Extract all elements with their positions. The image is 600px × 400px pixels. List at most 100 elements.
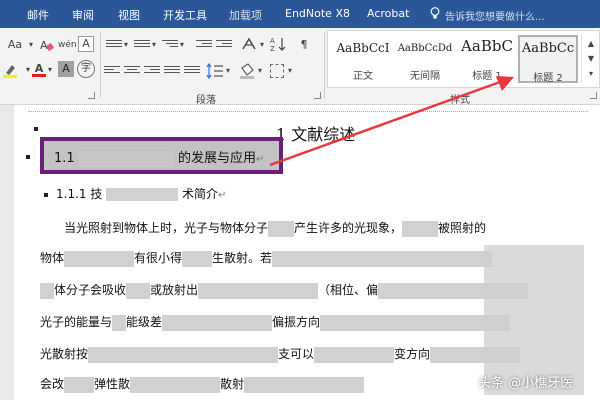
multilevel-dropdown-icon[interactable]: ▾ xyxy=(178,36,186,54)
decrease-indent-icon[interactable] xyxy=(196,40,212,52)
style-heading-2[interactable]: AaBbCc 标题 2 xyxy=(518,35,578,84)
chinese-layout-dropdown-icon[interactable]: ▾ xyxy=(258,36,266,54)
text-highlight-color-icon[interactable] xyxy=(2,62,24,78)
heading-1-text[interactable]: 1 文献综述 xyxy=(276,121,355,145)
blurred-text xyxy=(182,250,213,267)
body-text: 弹性散 xyxy=(94,377,131,391)
tab-mailings[interactable]: 邮件 xyxy=(27,7,49,23)
style-preview: AaBbC xyxy=(461,37,513,55)
blurred-text xyxy=(64,250,135,267)
watermark-text: 头条 @小樵牙医 xyxy=(478,376,574,391)
body-text: 生散射。若 xyxy=(212,251,273,265)
enclose-characters-button[interactable]: 字 xyxy=(77,60,95,78)
blurred-text xyxy=(402,220,439,237)
tab-acrobat[interactable]: Acrobat xyxy=(367,7,409,20)
body-text: （相位、偏 xyxy=(318,283,379,297)
body-text: 或放射出 xyxy=(150,283,199,297)
change-case-button[interactable]: Aa xyxy=(4,36,26,54)
margin-guide xyxy=(28,111,588,112)
body-text: 能级差 xyxy=(126,315,163,329)
body-text: 物体 xyxy=(40,251,65,265)
blurred-text xyxy=(320,314,511,331)
heading-3-text[interactable]: 1.1.1 技 术简介↵ xyxy=(56,185,226,202)
tab-endnote[interactable]: EndNote X8 xyxy=(285,7,350,20)
group-separator xyxy=(100,32,101,98)
body-line[interactable]: 会改 弹性散 散射 xyxy=(40,375,365,393)
style-preview: AaBbCcDd xyxy=(397,43,453,54)
body-text: 会改 xyxy=(40,377,65,391)
paragraph-dialog-launcher-icon[interactable] xyxy=(314,92,321,99)
paragraph-group-label: 段落 xyxy=(196,95,216,106)
heading-2-text[interactable]: 1.1 的发展与应用↵ xyxy=(54,147,264,167)
body-line[interactable]: 光子的能量与 能级差 偏振方向 xyxy=(40,313,511,331)
paragraph-bullet-mark xyxy=(44,193,48,197)
style-normal[interactable]: AaBbCcI 正文 xyxy=(332,35,394,83)
blurred-text xyxy=(268,220,295,237)
blurred-text xyxy=(40,282,54,299)
styles-more-icon[interactable]: ▾ xyxy=(585,65,597,83)
svg-text:Z: Z xyxy=(270,45,275,52)
tab-review[interactable]: 审阅 xyxy=(72,7,94,23)
bullets-dropdown-icon[interactable]: ▾ xyxy=(122,36,130,54)
body-text: 被照射的 xyxy=(438,221,487,235)
blurred-text xyxy=(314,346,395,363)
numbering-dropdown-icon[interactable]: ▾ xyxy=(150,36,158,54)
ribbon-tab-bar: 邮件 审阅 视图 开发工具 加载项 EndNote X8 Acrobat 告诉我… xyxy=(0,0,600,28)
tab-add-ins[interactable]: 加载项 xyxy=(229,7,262,23)
multilevel-list-icon[interactable] xyxy=(162,40,178,52)
document-page[interactable]: 1 文献综述 1.1 的发展与应用↵ 1.1.1 技 术简介↵ 当光照射到物体上… xyxy=(14,105,600,400)
highlight-dropdown-icon[interactable]: ▾ xyxy=(24,61,32,79)
heading-2-number: 1.1 xyxy=(54,151,75,166)
shading-icon[interactable] xyxy=(238,62,256,80)
chinese-layout-icon[interactable] xyxy=(240,36,258,52)
styles-gallery: AaBbCcI 正文 AaBbCcDd 无间隔 AaBbC 标题 1 AaBbC… xyxy=(327,30,600,88)
character-border-button[interactable]: A xyxy=(78,36,94,52)
body-text: 偏振方向 xyxy=(272,315,321,329)
character-shading-button[interactable]: A xyxy=(58,61,74,77)
document-area: 1 文献综述 1.1 的发展与应用↵ 1.1.1 技 术简介↵ 当光照射到物体上… xyxy=(0,105,600,400)
font-color-dropdown-icon[interactable]: ▾ xyxy=(46,61,54,79)
svg-text:A: A xyxy=(40,39,48,52)
lightbulb-icon xyxy=(430,7,440,19)
style-heading-1[interactable]: AaBbC 标题 1 xyxy=(456,35,518,83)
bullets-icon[interactable] xyxy=(106,40,122,52)
sort-icon[interactable]: A Z xyxy=(270,36,288,52)
change-case-dropdown-icon[interactable]: ▾ xyxy=(27,36,35,54)
style-no-spacing[interactable]: AaBbCcDd 无间隔 xyxy=(394,35,456,83)
align-left-icon[interactable] xyxy=(104,66,120,78)
ribbon-home: Aa ▾ A wén A ▾ A ▾ A 字 ▾ ▾ ▾ ▾ A Z ¶ ▾ ▾… xyxy=(0,28,600,106)
tab-developer[interactable]: 开发工具 xyxy=(163,7,207,23)
body-line[interactable]: 光散射按 支可以 变方向 xyxy=(40,345,521,363)
phonetic-guide-button[interactable]: wén xyxy=(58,36,77,54)
borders-icon[interactable] xyxy=(270,64,284,78)
styles-dialog-launcher-icon[interactable] xyxy=(590,92,597,99)
style-name: 正文 xyxy=(353,71,373,82)
blurred-text xyxy=(272,250,493,267)
tab-view[interactable]: 视图 xyxy=(118,7,140,23)
body-line[interactable]: 当光照射到物体上时，光子与物体分子 产生许多的光现象， 被照射的 xyxy=(64,219,486,237)
numbering-icon[interactable] xyxy=(134,40,150,52)
font-color-button[interactable]: A xyxy=(32,60,46,77)
paragraph-mark: ↵ xyxy=(255,154,265,165)
line-spacing-icon[interactable] xyxy=(206,62,224,80)
selected-heading-2[interactable]: 1.1 的发展与应用↵ xyxy=(40,137,283,174)
tell-me-search[interactable]: 告诉我您想要做什么... xyxy=(445,8,545,23)
shading-dropdown-icon[interactable]: ▾ xyxy=(256,62,264,80)
heading-3-suffix: 术简介 xyxy=(182,187,219,201)
line-spacing-dropdown-icon[interactable]: ▾ xyxy=(224,62,232,80)
body-line[interactable]: 物体 有很小得 生散射。若 xyxy=(40,249,493,267)
borders-dropdown-icon[interactable]: ▾ xyxy=(286,62,294,80)
svg-text:A: A xyxy=(270,37,275,45)
align-center-icon[interactable] xyxy=(124,66,140,78)
style-name: 标题 1 xyxy=(472,71,502,82)
body-text: 产生许多的光现象， xyxy=(294,221,403,235)
clear-formatting-icon[interactable]: A xyxy=(40,38,54,52)
justify-icon[interactable] xyxy=(164,66,180,78)
body-line[interactable]: 体分子会吸收 或放射出 （相位、偏 xyxy=(40,281,529,299)
distributed-icon[interactable] xyxy=(184,66,200,78)
group-separator xyxy=(324,32,325,98)
show-formatting-marks-button[interactable]: ¶ xyxy=(296,36,312,54)
align-right-icon[interactable] xyxy=(144,66,160,78)
increase-indent-icon[interactable] xyxy=(216,40,232,52)
font-dialog-launcher-icon[interactable] xyxy=(88,92,95,99)
